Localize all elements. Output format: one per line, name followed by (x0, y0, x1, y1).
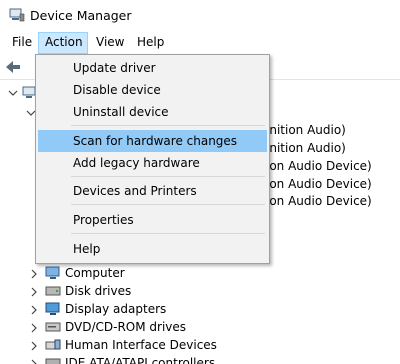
menu-separator (71, 233, 265, 234)
menu-scan-hardware[interactable]: Scan for hardware changes (38, 130, 267, 152)
chevron-right-icon[interactable] (29, 305, 39, 315)
menu-bar: File Action View Help (0, 32, 400, 54)
menu-separator (71, 176, 265, 177)
window-title: Device Manager (30, 8, 132, 23)
action-menu: Update driver Disable device Uninstall d… (35, 54, 270, 264)
audio-device-row-3[interactable]: ion Audio Device) (266, 157, 372, 175)
tree-item-label: Disk drives (65, 284, 132, 298)
menu-disable-device[interactable]: Disable device (38, 79, 267, 101)
device-manager-icon (9, 8, 25, 22)
tree-item-label: Human Interface Devices (65, 338, 217, 352)
menu-properties[interactable]: Properties (38, 209, 267, 231)
disk-drive-icon (45, 286, 61, 296)
audio-device-row-1[interactable]: inition Audio) (266, 121, 346, 139)
ide-controller-icon (45, 358, 61, 364)
tree-item-label: Computer (65, 266, 125, 280)
chevron-right-icon[interactable] (29, 341, 39, 351)
tree-item-label: IDE ATA/ATAPI controllers (65, 356, 216, 364)
chevron-down-icon[interactable] (8, 88, 18, 98)
tree-item-label: DVD/CD-ROM drives (65, 320, 187, 334)
tree-item-label: Display adapters (65, 302, 167, 316)
menu-separator (71, 204, 265, 205)
menu-uninstall-device[interactable]: Uninstall device (38, 101, 267, 123)
display-adapter-icon (45, 302, 60, 315)
dvd-drive-icon (45, 322, 61, 332)
menu-separator (71, 125, 265, 126)
menu-file[interactable]: File (6, 32, 38, 54)
audio-device-row-2[interactable]: inition Audio) (266, 139, 346, 157)
menu-help-item[interactable]: Help (38, 238, 267, 260)
hid-icon (45, 339, 61, 350)
audio-device-row-5[interactable]: ion Audio Device) (266, 192, 372, 210)
chevron-right-icon[interactable] (29, 269, 39, 279)
menu-help[interactable]: Help (131, 32, 170, 54)
computer-icon (45, 266, 60, 279)
menu-update-driver[interactable]: Update driver (38, 57, 267, 79)
chevron-right-icon[interactable] (29, 323, 39, 333)
chevron-right-icon[interactable] (29, 287, 39, 297)
menu-add-legacy-hardware[interactable]: Add legacy hardware (38, 152, 267, 174)
menu-devices-and-printers[interactable]: Devices and Printers (38, 180, 267, 202)
title-bar: Device Manager (0, 0, 400, 32)
menu-view[interactable]: View (90, 32, 130, 54)
audio-device-row-4[interactable]: ion Audio Device) (266, 175, 372, 193)
menu-action[interactable]: Action (38, 32, 88, 54)
chevron-right-icon[interactable] (29, 359, 39, 364)
back-arrow-icon[interactable] (4, 58, 22, 76)
